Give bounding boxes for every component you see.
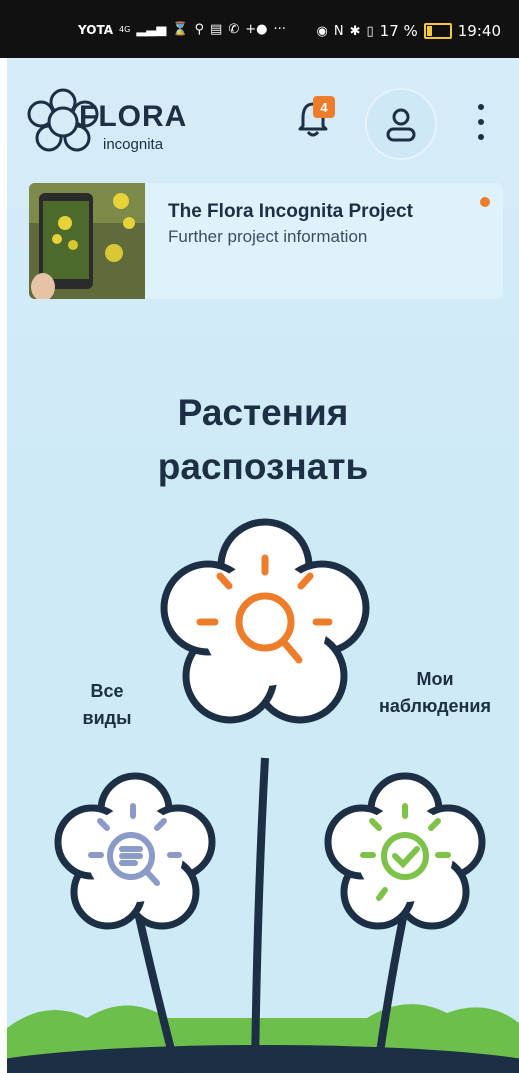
add-contact-icon: +● — [245, 22, 268, 37]
network-type: 4G — [119, 25, 131, 34]
hourglass-icon: ⌛ — [172, 22, 189, 37]
notification-badge: 4 — [313, 96, 335, 118]
clock: 19:40 — [457, 22, 501, 40]
nfc-icon: N — [333, 23, 344, 39]
observations-label[interactable]: Мои наблюдения — [365, 666, 505, 720]
search-icon: ⚲ — [194, 22, 205, 37]
logo-subtitle: incognita — [103, 136, 164, 153]
bluetooth-icon: ✱ — [349, 23, 361, 39]
message-icon: ▤ — [210, 22, 223, 37]
more-vertical-icon — [478, 104, 484, 110]
my-observations-button[interactable] — [324, 772, 486, 930]
all-species-button[interactable] — [54, 772, 216, 930]
logo-brand: FLORA — [79, 100, 188, 133]
all-species-label[interactable]: Все виды — [62, 678, 152, 732]
more-menu-button[interactable] — [473, 104, 489, 140]
flowers-illustration — [7, 518, 519, 1073]
identify-plant-button[interactable] — [160, 518, 370, 724]
status-left: YOTA 4G ▂▃▅ ⌛ ⚲ ▤ ✆ +● ··· — [78, 22, 286, 37]
status-right: ◉ N ✱ ▯ 17 % 19:40 — [317, 22, 501, 40]
user-icon — [386, 108, 416, 142]
observations-label-line2: наблюдения — [379, 696, 491, 716]
app-screen: FLORA incognita 4 The Flora Incognita Pr… — [7, 58, 519, 1073]
project-photo — [29, 183, 145, 299]
more-notifications-icon: ··· — [273, 22, 286, 37]
profile-button[interactable] — [365, 88, 437, 160]
page-title: Растения распознать — [7, 386, 519, 494]
vibrate-icon: ▯ — [366, 23, 374, 39]
observations-label-line1: Мои — [416, 669, 454, 689]
battery-icon — [423, 23, 452, 39]
status-bar: YOTA 4G ▂▃▅ ⌛ ⚲ ▤ ✆ +● ··· ◉ N ✱ ▯ 17 % … — [0, 0, 519, 58]
title-line-2: распознать — [157, 446, 369, 487]
all-species-label-line2: виды — [82, 708, 132, 728]
signal-icon: ▂▃▅ — [136, 22, 167, 37]
title-line-1: Растения — [177, 392, 349, 433]
phone-icon: ✆ — [228, 22, 240, 37]
project-card-subtitle: Further project information — [168, 227, 368, 246]
project-info-card[interactable]: The Flora Incognita Project Further proj… — [29, 183, 503, 299]
carrier-label: YOTA — [78, 22, 114, 37]
battery-percent: 17 % — [379, 22, 418, 40]
project-card-title: The Flora Incognita Project — [168, 201, 413, 222]
all-species-label-line1: Все — [90, 681, 124, 701]
eye-icon: ◉ — [316, 23, 328, 39]
unread-dot — [480, 197, 490, 207]
